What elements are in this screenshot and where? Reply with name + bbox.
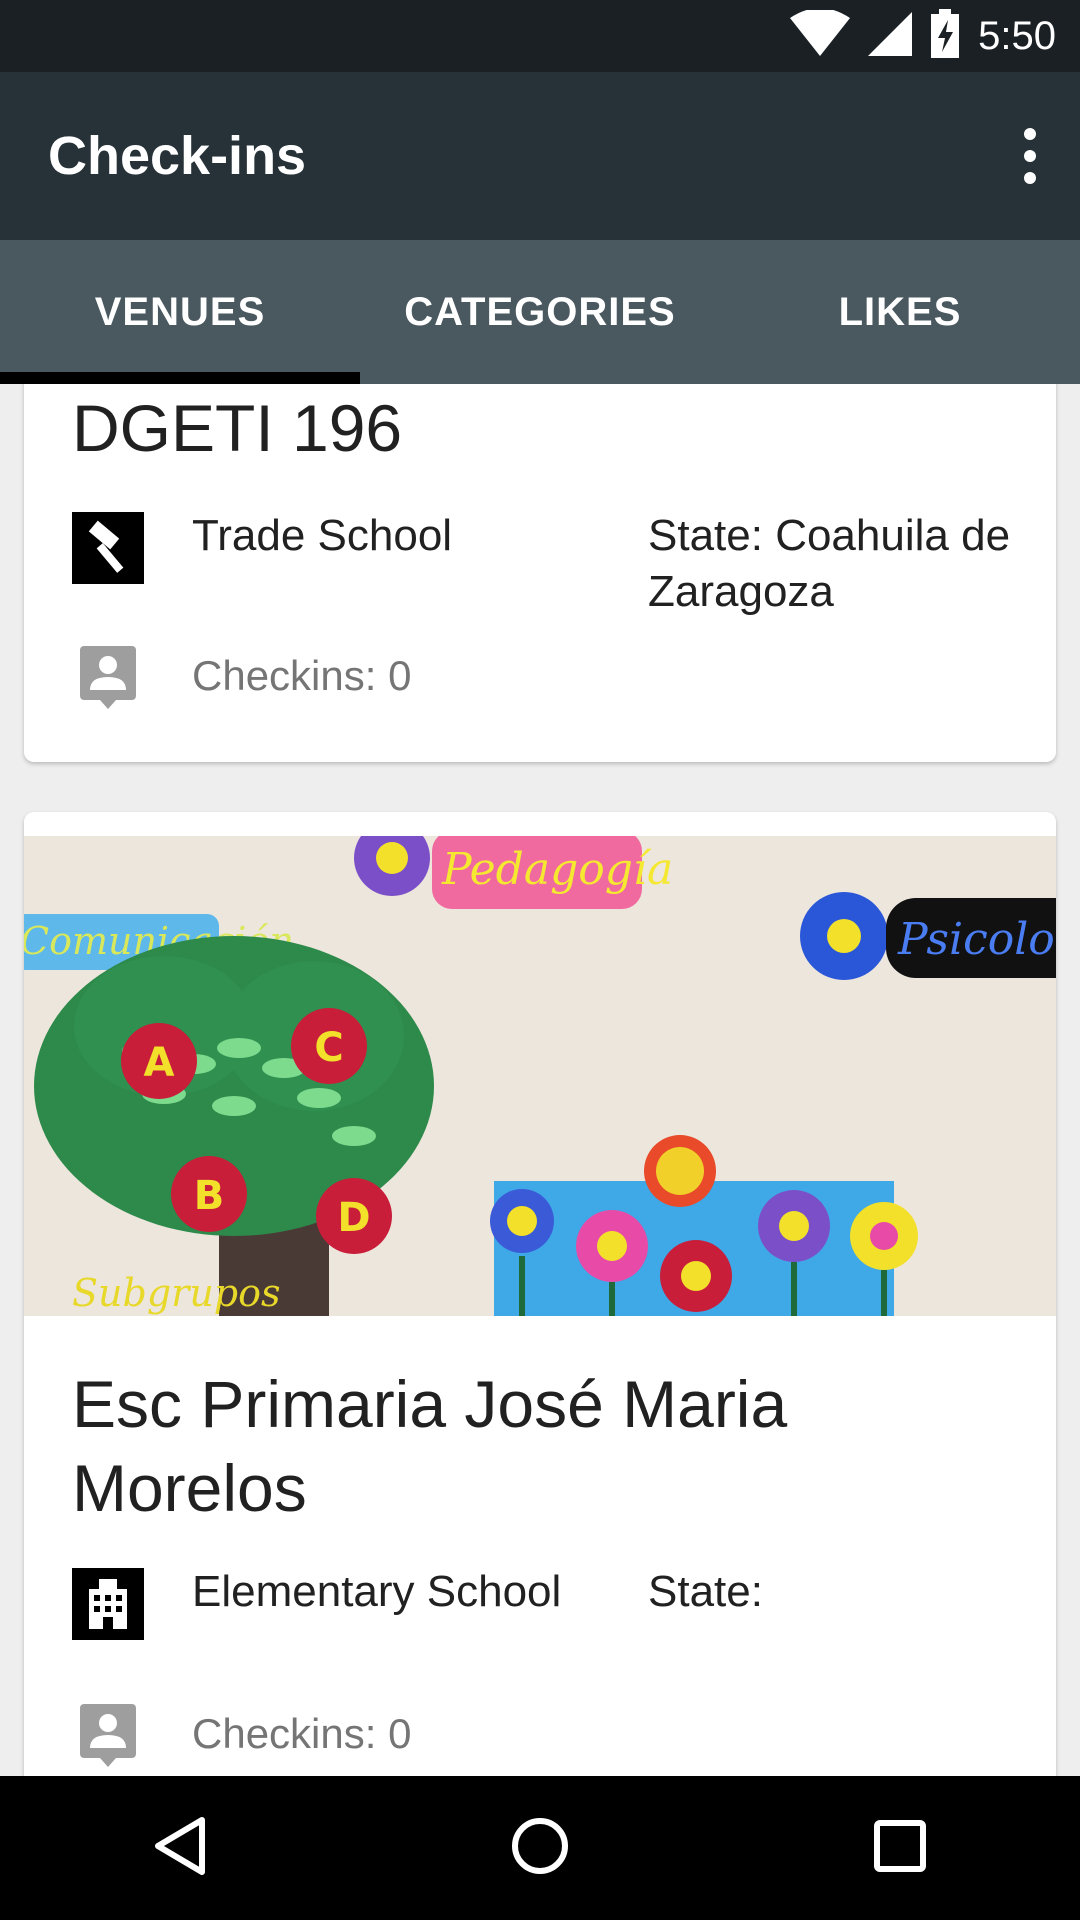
- photo-word-psicologia: Psicología: [897, 914, 1056, 965]
- back-icon: [152, 1816, 208, 1881]
- svg-text:D: D: [337, 1195, 370, 1241]
- app-bar: Check-ins: [0, 72, 1080, 240]
- photo-word-subgrupos: Subgrupos: [72, 1271, 281, 1315]
- venue-name: Esc Primaria José Maria Morelos: [72, 1367, 788, 1525]
- venue-list[interactable]: DGETI 196 Trade School State: Coahuila d…: [0, 384, 1080, 1776]
- venue-photo: Comunicación Pedagogía Psicología: [24, 836, 1056, 1316]
- tab-categories[interactable]: CATEGORIES: [360, 240, 720, 384]
- checkins-count: Checkins: 0: [192, 1710, 412, 1757]
- tab-venues[interactable]: VENUES: [0, 240, 360, 384]
- checkins-count: Checkins: 0: [192, 652, 412, 699]
- home-button[interactable]: [480, 1788, 600, 1908]
- venue-category: Elementary School: [192, 1567, 562, 1616]
- page-title: Check-ins: [48, 126, 307, 186]
- battery-charging-icon: [930, 8, 960, 64]
- venue-name: DGETI 196: [72, 391, 403, 465]
- elementary-school-icon: [72, 1568, 144, 1640]
- wifi-icon: [790, 7, 851, 63]
- checkin-person-icon: [80, 1704, 136, 1768]
- venue-state: State: Coahuila de Zaragoza: [648, 511, 1011, 616]
- recents-icon: [872, 1818, 928, 1879]
- more-options-button[interactable]: [998, 116, 1062, 196]
- trade-school-icon: [72, 512, 144, 584]
- back-button[interactable]: [120, 1788, 240, 1908]
- tab-likes[interactable]: LIKES: [720, 240, 1080, 384]
- venue-category: Trade School: [192, 511, 453, 560]
- checkin-person-icon: [80, 646, 136, 710]
- navigation-bar: [0, 1776, 1080, 1920]
- clock: 5:50: [978, 13, 1056, 58]
- home-icon: [510, 1816, 570, 1881]
- signal-icon: [868, 10, 913, 63]
- venue-card[interactable]: Comunicación Pedagogía Psicología: [24, 812, 1056, 1776]
- tab-bar: VENUES CATEGORIES LIKES: [0, 240, 1080, 384]
- venue-state: State:: [648, 1567, 763, 1616]
- more-vertical-icon: [1024, 128, 1036, 140]
- venue-card[interactable]: DGETI 196 Trade School State: Coahuila d…: [24, 384, 1056, 762]
- photo-word-pedagogia: Pedagogía: [441, 844, 673, 895]
- svg-text:A: A: [144, 1040, 175, 1086]
- status-bar: 5:50: [0, 0, 1080, 72]
- recents-button[interactable]: [840, 1788, 960, 1908]
- svg-text:B: B: [194, 1173, 225, 1219]
- svg-text:C: C: [314, 1025, 343, 1071]
